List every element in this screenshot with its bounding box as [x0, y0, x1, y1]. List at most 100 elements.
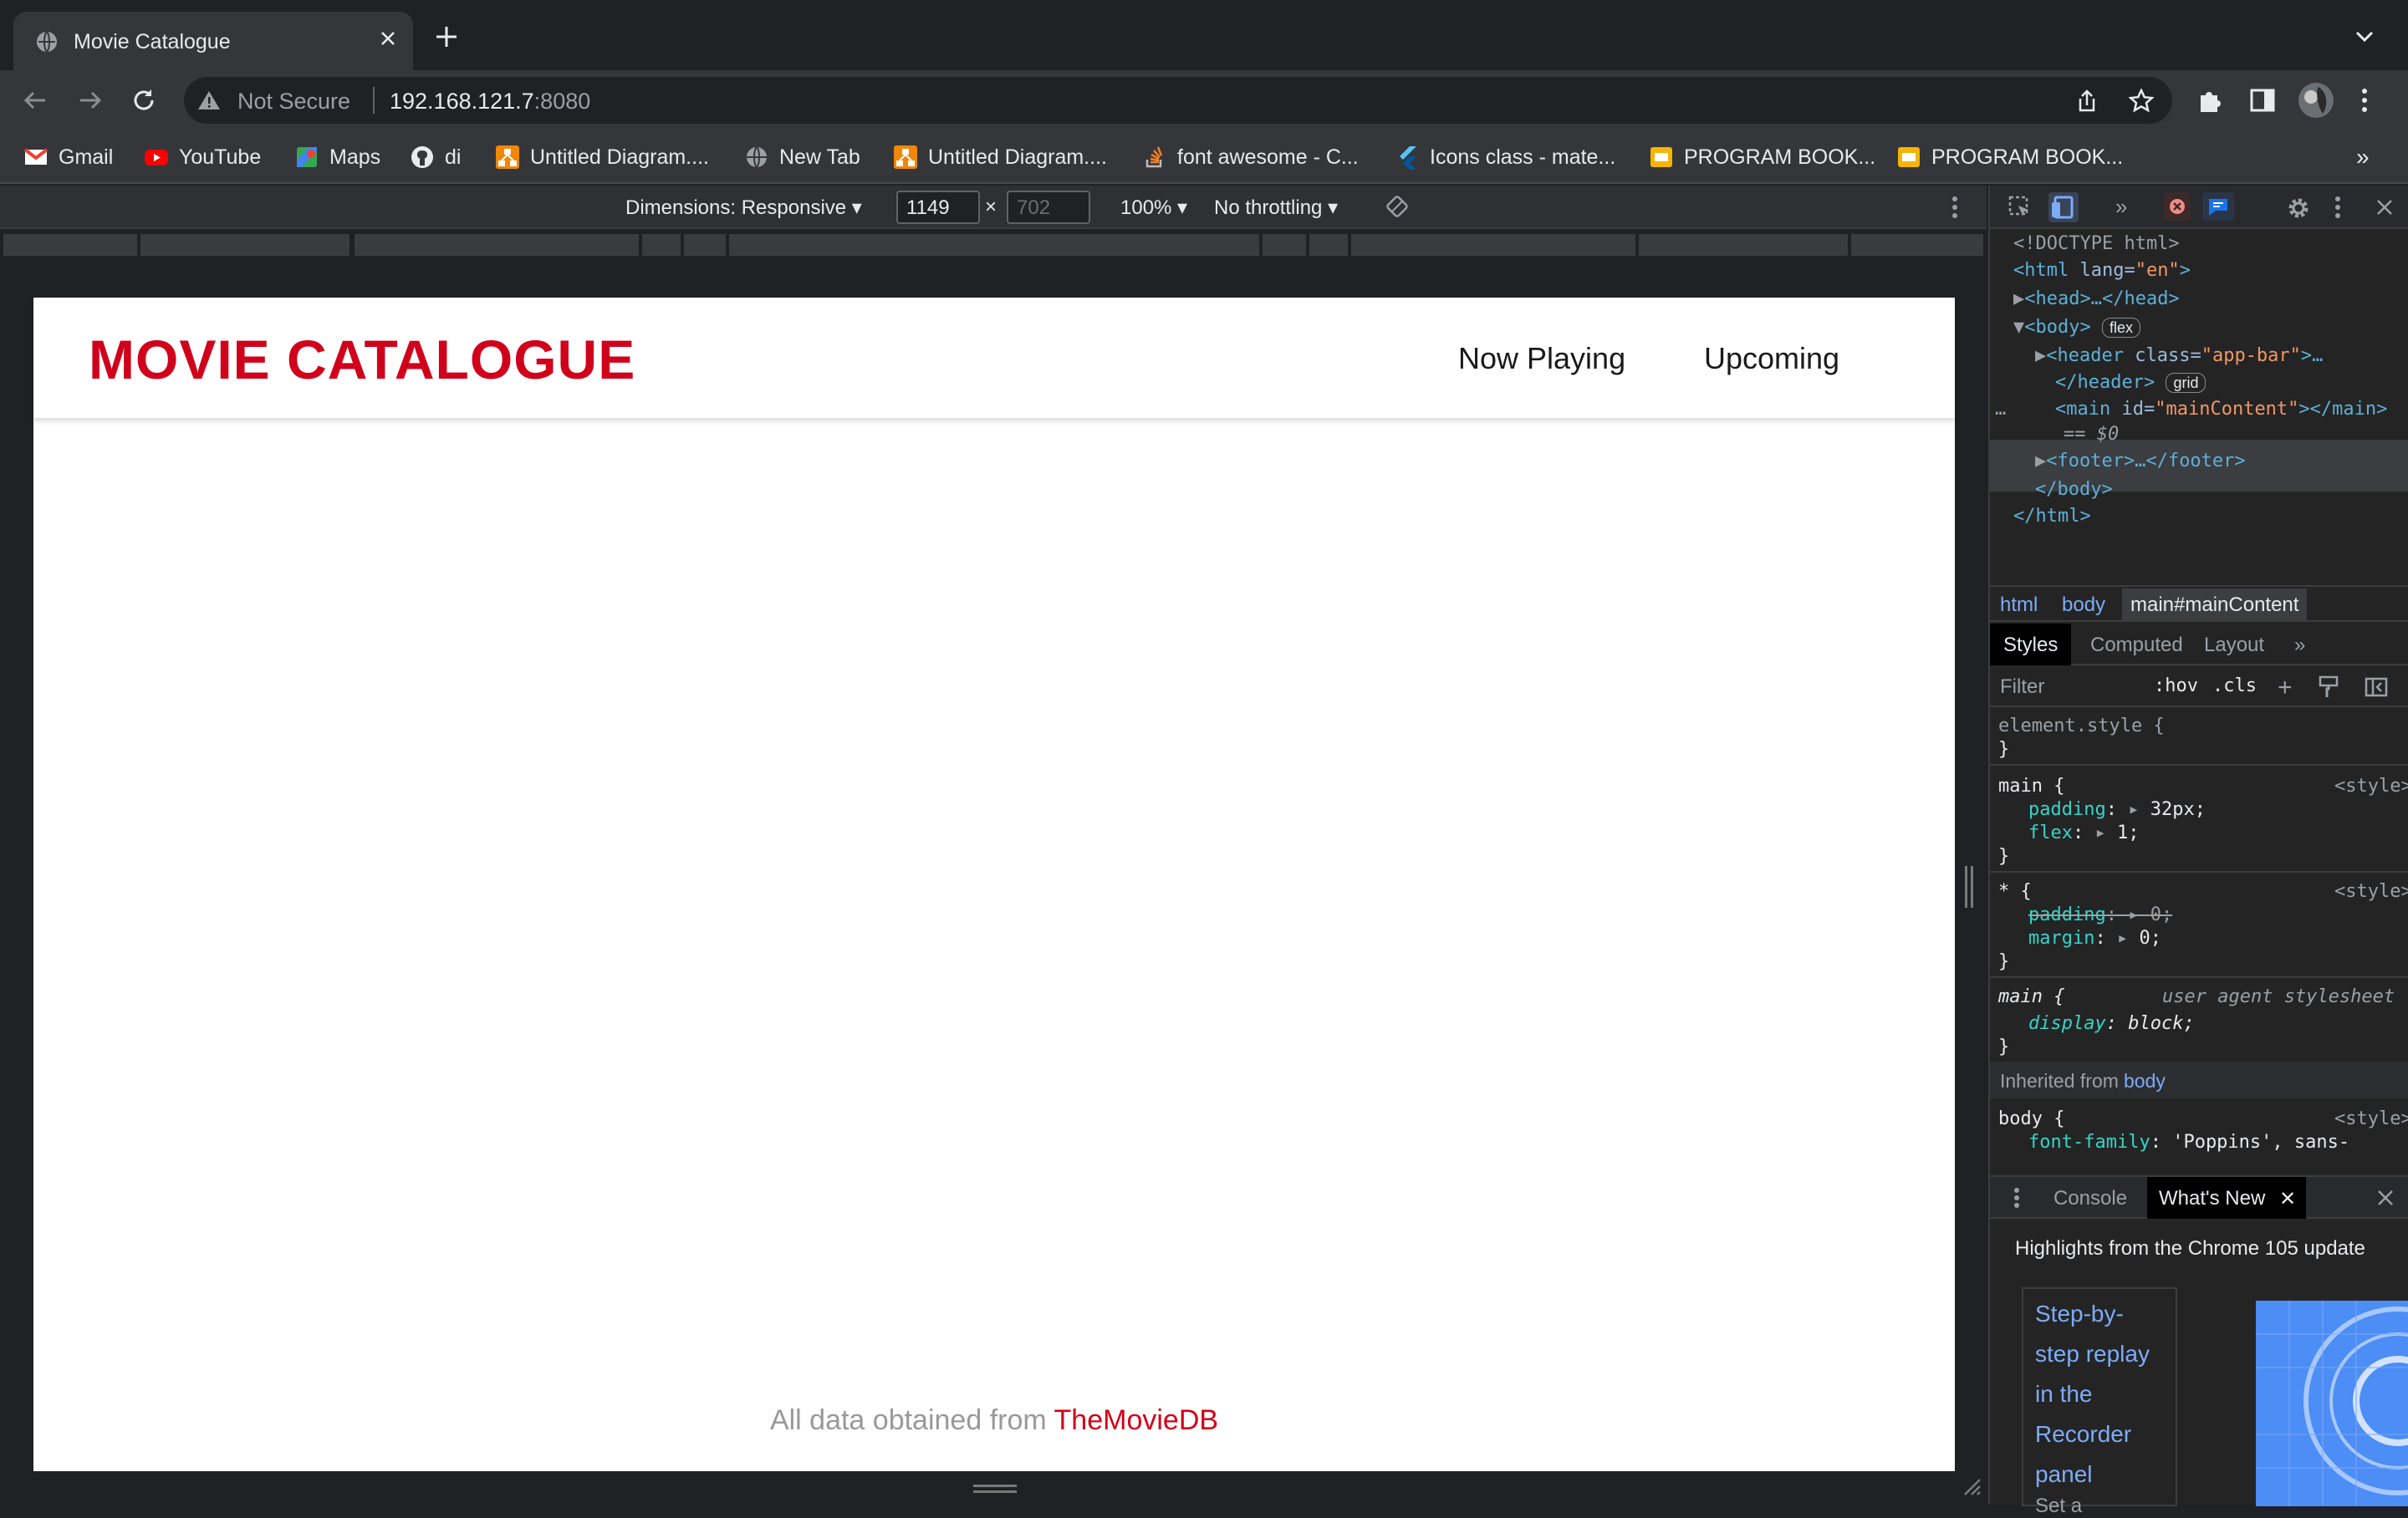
- new-rule-icon[interactable]: +: [2278, 674, 2293, 702]
- dimensions-select[interactable]: Dimensions: Responsive ▾: [625, 196, 862, 220]
- media-query-bar[interactable]: [140, 234, 349, 256]
- profile-avatar[interactable]: [2298, 82, 2334, 119]
- node-body[interactable]: ▼<body> flex: [2013, 314, 2140, 341]
- media-query-bar[interactable]: [684, 234, 726, 256]
- device-toggle-icon[interactable]: [2048, 192, 2079, 222]
- bookmark-star-icon[interactable]: [2129, 89, 2154, 114]
- reload-icon[interactable]: [130, 87, 157, 114]
- bookmark-untitled-diagram-1[interactable]: Untitled Diagram....: [495, 142, 709, 172]
- bookmark-font-awesome[interactable]: font awesome - C...: [1142, 142, 1359, 172]
- address-bar[interactable]: Not Secure 192.168.121.7:8080: [184, 77, 2172, 124]
- crumb-html[interactable]: html: [2000, 593, 2038, 617]
- flex-badge[interactable]: flex: [2101, 318, 2140, 338]
- inherited-element-link[interactable]: body: [2124, 1070, 2166, 1093]
- media-query-bar[interactable]: [1351, 234, 1635, 256]
- back-icon[interactable]: [22, 87, 48, 114]
- rotate-icon[interactable]: [1385, 194, 1410, 219]
- node-head[interactable]: ▶<head>…</head>: [2013, 286, 2180, 313]
- body-rule-selector[interactable]: body {: [1998, 1108, 2064, 1129]
- node-body-close[interactable]: </body>: [2035, 476, 2113, 503]
- media-query-bar[interactable]: [642, 234, 681, 256]
- device-more-icon[interactable]: [1951, 196, 1958, 219]
- paint-icon[interactable]: [2318, 675, 2339, 699]
- close-drawer-icon[interactable]: [2376, 1189, 2395, 1207]
- node-ellipsis[interactable]: …: [1995, 396, 2006, 423]
- viewport-height-input[interactable]: 702: [1007, 191, 1090, 224]
- bookmark-program-book-1[interactable]: PROGRAM BOOK...: [1649, 142, 1875, 172]
- node-header[interactable]: ▶<header class="app-bar">…: [2035, 343, 2323, 369]
- devtools-menu-icon[interactable]: [2334, 196, 2341, 219]
- media-query-bar[interactable]: [355, 234, 639, 256]
- throttling-select[interactable]: No throttling ▾: [1214, 196, 1338, 220]
- extensions-icon[interactable]: [2196, 87, 2222, 114]
- element-style-rule[interactable]: element.style {: [1998, 716, 2165, 736]
- inspect-element-icon[interactable]: [2008, 196, 2032, 219]
- rule-source[interactable]: <style>: [2334, 881, 2408, 902]
- node-html-close[interactable]: </html>: [2013, 503, 2091, 530]
- decl-margin[interactable]: margin: ▸ 0;: [2028, 928, 2161, 949]
- close-tab-icon[interactable]: ✕: [2279, 1187, 2296, 1211]
- tab-search-chevron-icon[interactable]: [2354, 28, 2375, 45]
- ua-main-selector[interactable]: main {: [1998, 986, 2064, 1007]
- whats-new-card[interactable]: Step-by- step replay in the Recorder pan…: [2022, 1287, 2177, 1517]
- tab-styles[interactable]: Styles: [1990, 624, 2072, 665]
- viewport-resize-handle-right[interactable]: [1965, 866, 1973, 908]
- viewport-resize-handle-bottom[interactable]: [973, 1485, 1017, 1493]
- nav-upcoming[interactable]: Upcoming: [1704, 341, 1839, 376]
- decl-display[interactable]: display: block;: [2028, 1013, 2195, 1034]
- close-devtools-icon[interactable]: [2375, 197, 2395, 217]
- media-query-bar[interactable]: [1639, 234, 1848, 256]
- bookmark-icons-class[interactable]: Icons class - mate...: [1395, 142, 1615, 172]
- hov-toggle[interactable]: :hov: [2154, 675, 2198, 696]
- corner-resize-icon[interactable]: [1962, 1476, 1982, 1496]
- settings-gear-icon[interactable]: [2286, 196, 2311, 221]
- brand-title[interactable]: MOVIE CATALOGUE: [89, 328, 635, 391]
- side-panel-icon[interactable]: [2249, 87, 2276, 114]
- tmdb-link[interactable]: TheMovieDB: [1054, 1404, 1219, 1436]
- issues-badge[interactable]: [2202, 192, 2234, 221]
- warning-icon[interactable]: [197, 89, 221, 111]
- rule-source[interactable]: <style>: [2334, 1108, 2408, 1129]
- not-secure-label[interactable]: Not Secure: [237, 89, 350, 115]
- close-tab-icon[interactable]: [378, 28, 398, 48]
- node-main[interactable]: <main id="mainContent"></main>: [2055, 396, 2387, 423]
- bookmark-gmail[interactable]: Gmail: [23, 142, 113, 172]
- more-tabs-icon[interactable]: »: [2281, 624, 2319, 665]
- filter-input[interactable]: Filter: [2000, 675, 2044, 699]
- decl-font-family[interactable]: font-family: 'Poppins', sans-: [2028, 1132, 2349, 1153]
- universal-rule-selector[interactable]: * {: [1998, 881, 2032, 902]
- media-query-bar[interactable]: [3, 234, 137, 256]
- rule-source[interactable]: <style>: [2334, 776, 2408, 797]
- more-panels-icon[interactable]: »: [2115, 194, 2127, 220]
- grid-badge[interactable]: grid: [2166, 373, 2206, 393]
- errors-badge[interactable]: [2164, 192, 2191, 221]
- tab-layout[interactable]: Layout: [2191, 624, 2278, 665]
- media-query-bar[interactable]: [729, 234, 1259, 256]
- bookmark-youtube[interactable]: YouTube: [144, 142, 261, 172]
- viewport-width-input[interactable]: 1149: [896, 191, 980, 224]
- media-query-bar[interactable]: [1263, 234, 1306, 256]
- toggle-sidebar-icon[interactable]: [2365, 677, 2388, 697]
- share-icon[interactable]: [2075, 89, 2099, 114]
- cls-toggle[interactable]: .cls: [2212, 675, 2257, 696]
- main-rule-selector[interactable]: main {: [1998, 776, 2064, 797]
- node-html[interactable]: <html lang="en">: [2013, 257, 2191, 284]
- bookmark-github[interactable]: di: [410, 142, 461, 172]
- decl-padding-overridden[interactable]: padding: ▸ 0;: [2028, 904, 2172, 925]
- bookmark-program-book-2[interactable]: PROGRAM BOOK...: [1896, 142, 2123, 172]
- bookmark-new-tab[interactable]: New Tab: [744, 142, 860, 172]
- crumb-main[interactable]: main#mainContent: [2122, 588, 2308, 620]
- browser-tab[interactable]: Movie Catalogue: [13, 12, 413, 70]
- node-doctype[interactable]: <!DOCTYPE html>: [2013, 231, 2180, 257]
- media-query-bar[interactable]: [1309, 234, 1348, 256]
- new-tab-icon[interactable]: [435, 25, 458, 48]
- bookmark-maps[interactable]: Maps: [294, 142, 380, 172]
- node-footer[interactable]: ▶<footer>…</footer>: [2035, 448, 2246, 475]
- decl-padding[interactable]: padding: ▸ 32px;: [2028, 799, 2206, 820]
- media-query-bar[interactable]: [1851, 234, 1983, 256]
- crumb-body[interactable]: body: [2062, 593, 2105, 617]
- node-header-close[interactable]: </header> grid: [2055, 369, 2206, 396]
- bookmarks-overflow-button[interactable]: »: [2356, 144, 2370, 171]
- decl-flex[interactable]: flex: ▸ 1;: [2028, 823, 2139, 843]
- drawer-menu-icon[interactable]: [2013, 1187, 2020, 1209]
